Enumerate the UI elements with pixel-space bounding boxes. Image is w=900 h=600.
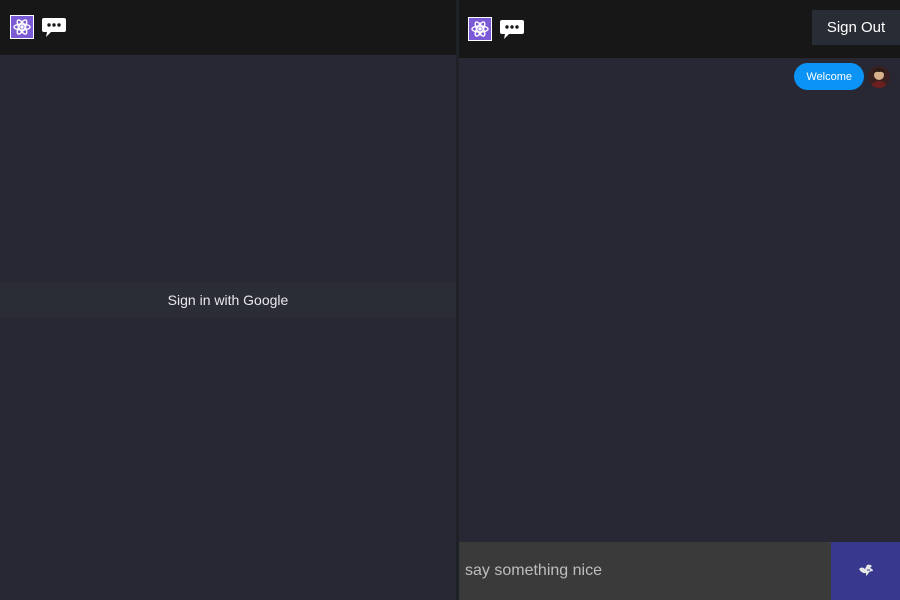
app-header: Sign Out (459, 0, 900, 58)
chat-message: Welcome (794, 63, 890, 90)
chat-bubble-icon (41, 16, 67, 38)
chat-bubble-icon (499, 18, 525, 40)
message-input[interactable] (459, 542, 831, 600)
sign-in-with-google-button[interactable]: Sign in with Google (0, 282, 456, 318)
app-header (0, 0, 456, 55)
send-button[interactable] (831, 542, 900, 600)
user-avatar (868, 65, 890, 88)
react-logo-icon (468, 17, 492, 41)
dove-icon (858, 563, 874, 580)
signed-out-panel: Sign in with Google (0, 0, 456, 600)
react-logo-icon (10, 15, 34, 39)
chat-room-panel: Sign Out Welcome (459, 0, 900, 600)
sign-out-button[interactable]: Sign Out (812, 10, 900, 45)
message-bubble: Welcome (794, 63, 864, 90)
message-composer (459, 542, 900, 600)
